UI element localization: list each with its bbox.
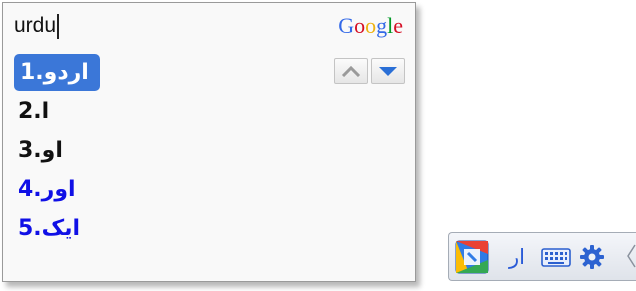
candidate-number: 3.	[18, 138, 42, 163]
candidate-text: او	[41, 138, 63, 163]
text-caret	[57, 13, 60, 39]
candidate-number: 5.	[18, 216, 42, 241]
candidate-text: اردو	[43, 60, 89, 85]
page-navigation	[334, 58, 405, 84]
candidate-item[interactable]: 5. ایک	[14, 209, 314, 248]
chevron-down-icon	[379, 67, 397, 76]
google-logo: Google	[338, 13, 403, 39]
chevron-left-icon[interactable]	[626, 243, 636, 269]
candidate-number: 4.	[18, 177, 42, 202]
candidate-text: ایک	[41, 216, 80, 241]
previous-page-button[interactable]	[334, 58, 368, 84]
candidate-list: 1. اردو 2. ا 3. او 4. اور 5. ایک	[14, 53, 314, 248]
logo-letter: o	[354, 13, 366, 38]
next-page-button[interactable]	[371, 58, 405, 84]
candidate-item[interactable]: 1. اردو	[14, 53, 314, 92]
logo-letter: G	[338, 13, 355, 38]
candidate-number: 2.	[18, 99, 42, 124]
logo-letter: e	[393, 13, 403, 38]
candidate-text: اور	[41, 177, 76, 202]
gear-icon	[579, 244, 604, 269]
logo-letter: o	[365, 13, 377, 38]
candidate-text: ا	[41, 99, 50, 124]
keyboard-icon	[541, 247, 571, 267]
ime-candidate-window: urdu Google 1. اردو 2. ا 3. او 4. اور 5.…	[2, 2, 416, 282]
keyboard-button[interactable]	[541, 246, 571, 268]
candidate-item[interactable]: 3. او	[14, 131, 314, 170]
candidate-item[interactable]: 4. اور	[14, 170, 314, 209]
language-indicator[interactable]: ار	[509, 245, 525, 269]
logo-letter: g	[376, 13, 388, 38]
composition-text: urdu	[14, 14, 57, 37]
candidate-number: 1.	[20, 60, 44, 85]
settings-button[interactable]	[579, 244, 605, 270]
google-input-tools-button[interactable]	[455, 240, 489, 274]
google-input-tools-icon	[455, 240, 489, 273]
chevron-up-icon	[341, 65, 361, 77]
language-bar: ار	[448, 232, 636, 281]
candidate-item[interactable]: 2. ا	[14, 92, 314, 131]
composition-field[interactable]: urdu	[14, 11, 60, 41]
